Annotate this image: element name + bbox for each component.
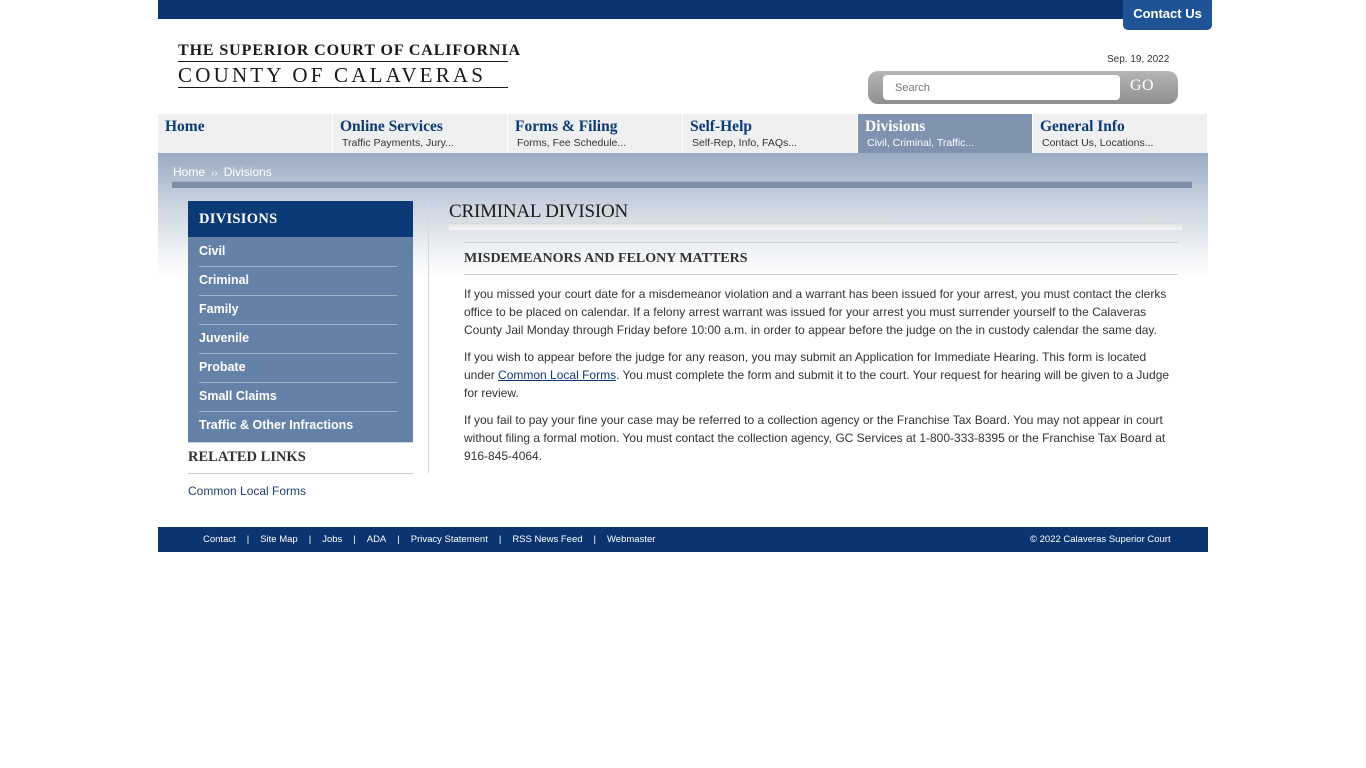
nav-item-subtitle: Civil, Criminal, Traffic... (867, 137, 975, 149)
sidebar-item-civil[interactable]: Civil (199, 238, 397, 267)
breadcrumb-home-link[interactable]: Home (173, 165, 205, 179)
sidebar-heading: DIVISIONS (188, 201, 413, 237)
top-bar (158, 0, 1208, 19)
sidebar-item-family[interactable]: Family (199, 296, 397, 325)
sidebar: DIVISIONS Civil Criminal Family Juvenile… (188, 201, 413, 498)
sidebar-item-criminal[interactable]: Criminal (199, 267, 397, 296)
footer-separator: | (593, 534, 597, 545)
nav-item-subtitle: Forms, Fee Schedule... (517, 137, 627, 149)
footer-separator: | (353, 534, 356, 545)
main-nav: Home Online Services Traffic Payments, J… (158, 114, 1208, 153)
nav-item-subtitle: Contact Us, Locations... (1042, 137, 1154, 149)
common-local-forms-link[interactable]: Common Local Forms (498, 368, 616, 382)
footer-separator: | (246, 534, 250, 545)
content-area: Home ›› Divisions DIVISIONS Civil Criminal… (158, 153, 1208, 527)
nav-item-title: Divisions (865, 118, 926, 135)
page-title-rule (449, 223, 1182, 230)
nav-item-title: Online Services (340, 118, 443, 135)
footer-link-webmaster[interactable]: Webmaster (607, 534, 655, 545)
current-date: Sep. 19, 2022 (1107, 54, 1170, 65)
logo-line-2: COUNTY OF CALAVERAS (178, 62, 508, 88)
column-divider (428, 200, 429, 473)
search-input[interactable] (883, 75, 1120, 100)
page-title: CRIMINAL DIVISION (449, 201, 629, 222)
breadcrumb: Home ›› Divisions (173, 165, 272, 179)
search-bar: GO (868, 71, 1178, 104)
nav-item-online-services[interactable]: Online Services Traffic Payments, Jury..… (333, 114, 508, 153)
paragraph-2: If you wish to appear before the judge f… (464, 348, 1178, 402)
breadcrumb-divider (172, 181, 1192, 188)
sidebar-item-small-claims[interactable]: Small Claims (199, 383, 397, 412)
footer-link-ada[interactable]: ADA (367, 534, 387, 545)
nav-item-self-help[interactable]: Self-Help Self-Rep, Info, FAQs... (683, 114, 858, 153)
footer-separator: | (397, 534, 400, 545)
footer-links: Contact | Site Map | Jobs | ADA | Privac… (203, 534, 655, 545)
related-link-common-local-forms[interactable]: Common Local Forms (188, 484, 413, 498)
court-logo[interactable]: THE SUPERIOR COURT OF CALIFORNIA COUNTY … (178, 42, 520, 88)
paragraph-1: If you missed your court date for a misd… (464, 287, 1167, 337)
nav-item-divisions[interactable]: Divisions Civil, Criminal, Traffic... (858, 114, 1033, 153)
nav-item-forms-filing[interactable]: Forms & Filing Forms, Fee Schedule... (508, 114, 683, 153)
sidebar-bottom-rule (188, 441, 413, 443)
contact-us-button[interactable]: Contact Us (1123, 0, 1212, 30)
article: MISDEMEANORS AND FELONY MATTERS If you m… (464, 242, 1178, 465)
nav-item-home[interactable]: Home (158, 114, 333, 153)
main-content: CRIMINAL DIVISION MISDEMEANORS AND FELON… (449, 201, 1182, 465)
logo-line-1: THE SUPERIOR COURT OF CALIFORNIA (178, 42, 520, 62)
breadcrumb-current[interactable]: Divisions (224, 165, 272, 179)
footer-link-jobs[interactable]: Jobs (322, 534, 342, 545)
breadcrumb-separator: ›› (211, 168, 218, 179)
sidebar-item-juvenile[interactable]: Juvenile (199, 325, 397, 354)
paragraph-3: If you fail to pay your fine your case m… (464, 413, 1166, 463)
section-heading: MISDEMEANORS AND FELONY MATTERS (464, 251, 1178, 275)
footer-link-privacy[interactable]: Privacy Statement (411, 534, 488, 545)
nav-item-general-info[interactable]: General Info Contact Us, Locations... (1033, 114, 1208, 153)
footer: Contact | Site Map | Jobs | ADA | Privac… (158, 527, 1208, 552)
sidebar-item-traffic[interactable]: Traffic & Other Infractions (199, 412, 397, 441)
nav-item-title: Self-Help (690, 118, 752, 135)
nav-item-title: Home (165, 118, 205, 135)
sidebar-menu: Civil Criminal Family Juvenile Probate S… (188, 237, 413, 441)
sidebar-item-probate[interactable]: Probate (199, 354, 397, 383)
page-wrapper: Contact Us THE SUPERIOR COURT OF CALIFOR… (158, 0, 1212, 552)
copyright: © 2022 Calaveras Superior Court (1030, 534, 1171, 545)
nav-item-subtitle: Traffic Payments, Jury... (342, 137, 454, 149)
article-top-rule (464, 242, 1178, 243)
nav-item-title: General Info (1040, 118, 1125, 135)
footer-separator: | (308, 534, 312, 545)
nav-item-subtitle: Self-Rep, Info, FAQs... (692, 137, 798, 149)
footer-link-site-map[interactable]: Site Map (260, 534, 298, 545)
footer-link-contact[interactable]: Contact (203, 534, 236, 545)
nav-item-title: Forms & Filing (515, 118, 618, 135)
footer-link-rss[interactable]: RSS News Feed (512, 534, 582, 545)
related-links-heading: RELATED LINKS (188, 449, 413, 474)
search-go-button[interactable]: GO (1130, 77, 1154, 95)
footer-separator: | (498, 534, 502, 545)
